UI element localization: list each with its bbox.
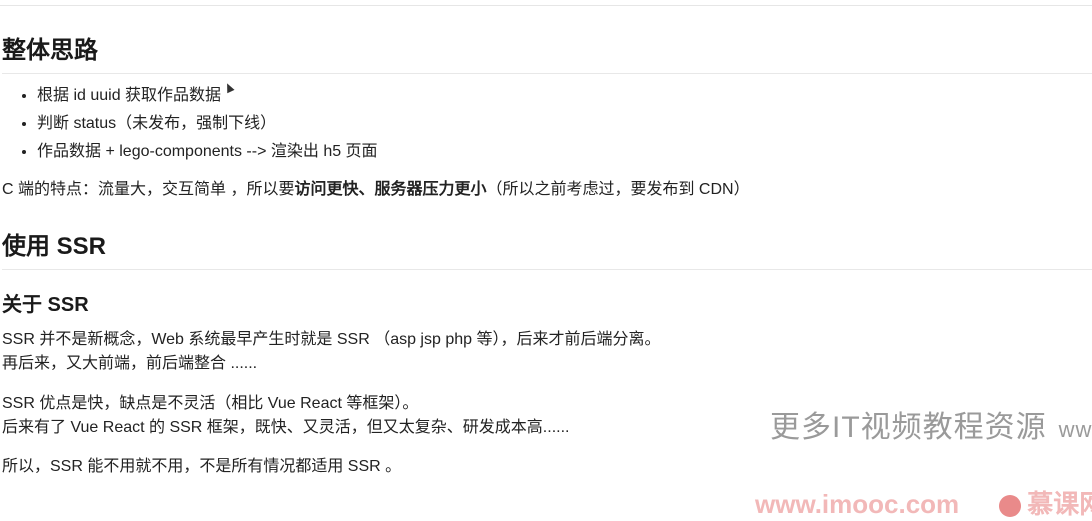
c-side-note: （所以之前考虑过，要发布到 CDN） [486, 181, 750, 198]
list-item: 判断 status（未发布，强制下线） [37, 110, 378, 138]
c-side-paragraph: C 端的特点：流量大，交互简单 ，所以要访问更快、服务器压力更小（所以之前考虑过… [2, 178, 750, 202]
top-divider [0, 5, 1092, 6]
heading-overall: 整体思路 [2, 30, 1092, 74]
list-item: 作品数据 + lego-components --> 渲染出 h5 页面 [37, 138, 378, 166]
paragraph-line: SSR 并不是新概念，Web 系统最早产生时就是 SSR （asp jsp ph… [2, 331, 661, 348]
heading-about-ssr: 关于 SSR [2, 294, 89, 316]
imooc-logo-icon [999, 495, 1022, 518]
watermark-brand: 慕课网 [1027, 489, 1092, 519]
watermark-www: www [1058, 417, 1092, 442]
overall-bullet-list: 根据 id uuid 获取作品数据 判断 status（未发布，强制下线） 作品… [0, 82, 378, 166]
paragraph-line: SSR 优点是快，缺点是不灵活（相比 Vue React 等框架）。 [2, 395, 419, 412]
paragraph-line: 后来有了 Vue React 的 SSR 框架，既快、又灵活，但又太复杂、研发成… [2, 419, 570, 436]
watermark-site: www.imooc.com 慕课网 [755, 484, 1092, 521]
watermark-site-url: www.imooc.com [755, 489, 960, 519]
ssr-paragraph-1: SSR 并不是新概念，Web 系统最早产生时就是 SSR （asp jsp ph… [2, 328, 660, 376]
ssr-paragraph-3: 所以，SSR 能不用就不用，不是所有情况都适用 SSR 。 [2, 458, 402, 475]
heading-use-ssr: 使用 SSR [2, 226, 1092, 270]
ssr-paragraph-2: SSR 优点是快，缺点是不灵活（相比 Vue React 等框架）。 后来有了 … [2, 392, 569, 440]
watermark-text: 更多IT视频教程资源 www [770, 402, 1092, 446]
c-side-text: C 端的特点：流量大，交互简单 ，所以要 [2, 181, 295, 198]
list-item: 根据 id uuid 获取作品数据 [37, 82, 378, 110]
paragraph-line: 再后来，又大前端，前后端整合 ...... [2, 355, 258, 372]
watermark-label: 更多IT视频教程资源 [770, 411, 1047, 444]
c-side-emphasis: 访问更快、服务器压力更小 [294, 181, 487, 198]
